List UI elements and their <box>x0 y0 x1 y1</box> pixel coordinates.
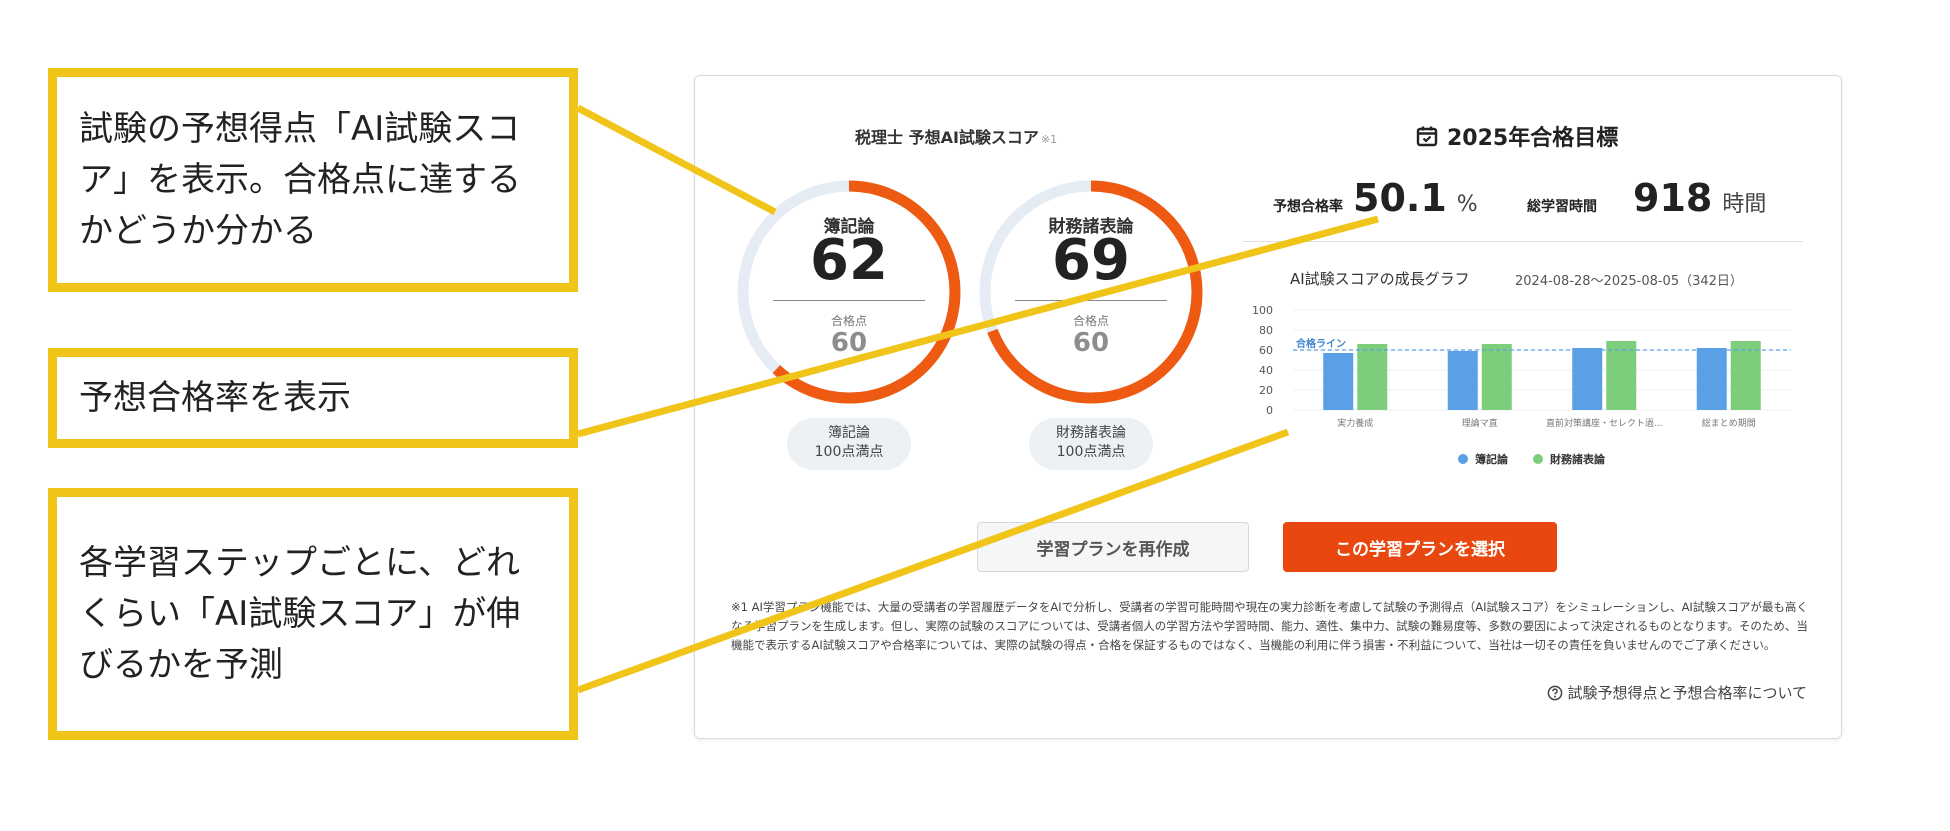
goal-title: 2025年合格目標 <box>1415 120 1618 152</box>
study-plan-panel: 税理士 予想AI試験スコア ※1 簿記論 62 合格点 60 財務諸表論 69 合… <box>694 75 1842 739</box>
chart-bar <box>1323 353 1354 410</box>
callout-growth-text: 各学習ステップごとに、どれくらい「AI試験スコア」が伸びるかを予測 <box>79 542 521 685</box>
study-hours-value: 918 <box>1633 176 1713 220</box>
pass-rate-label: 予想合格率 <box>1273 199 1343 215</box>
chart-ytick-label: 20 <box>1259 384 1273 397</box>
callout-pass-rate-text: 予想合格率を表示 <box>79 377 351 418</box>
chart-ytick-label: 40 <box>1259 364 1273 377</box>
pass-rate-unit: % <box>1456 192 1478 217</box>
study-hours-label: 総学習時間 <box>1527 199 1597 215</box>
chart-bar <box>1606 341 1637 410</box>
gauge-divider <box>1015 300 1167 301</box>
gauge-score: 62 <box>810 228 888 293</box>
chart-xtick-label: 直前対策講座・セレクト過... <box>1546 417 1663 429</box>
score-section-title: 税理士 予想AI試験スコア ※1 <box>855 124 1057 148</box>
chart-legend-label: 財務諸表論 <box>1549 452 1606 466</box>
gauge-pass-score: 60 <box>830 328 868 358</box>
disclaimer-text: ※1 AI学習プラン機能では、大量の受講者の学習履歴データをAIで分析し、受講者… <box>731 600 1808 652</box>
study-hours-stat: 総学習時間 918 時間 <box>1527 176 1766 220</box>
chart-date-range: 2024-08-28〜2025-08-05（342日） <box>1515 274 1743 289</box>
chart-xtick-label: 理論マ直 <box>1462 417 1498 429</box>
chart-legend-label: 簿記論 <box>1475 452 1509 466</box>
chart-ytick-label: 0 <box>1266 404 1273 417</box>
pill-subject: 財務諸表論 <box>1056 425 1126 441</box>
chart-title: AI試験スコアの成長グラフ <box>1290 270 1470 288</box>
gauge-divider <box>773 300 925 301</box>
gauge-pass-label: 合格点 <box>1072 314 1109 328</box>
subject-pill-zaimu: 財務諸表論 100点満点 <box>1029 418 1153 470</box>
remake-plan-button[interactable]: 学習プランを再作成 <box>977 522 1249 572</box>
pill-max: 100点満点 <box>814 443 884 460</box>
pass-rate-stat: 予想合格率 50.1 % <box>1273 176 1478 220</box>
chart-pass-line-label: 合格ライン <box>1295 337 1346 350</box>
callout-growth: 各学習ステップごとに、どれくらい「AI試験スコア」が伸びるかを予測 <box>48 488 578 740</box>
chart-xtick-label: 実力養成 <box>1337 417 1373 429</box>
subject-pill-boki: 簿記論 100点満点 <box>787 418 911 470</box>
chart-legend-marker <box>1458 454 1468 464</box>
calendar-check-icon <box>1416 126 1438 147</box>
gauge-pass-score: 60 <box>1072 328 1110 358</box>
score-info-link-text: 試験予想得点と予想合格率について <box>1567 684 1807 702</box>
callout-score-text: 試験の予想得点「AI試験スコア」を表示。合格点に達するかどうか分かる <box>79 108 521 251</box>
chart-ytick-label: 60 <box>1259 344 1273 357</box>
growth-chart: 0 20 40 60 80 100 実力養成 理論マ直 直前対策講座・セレクト過... 総まとめ期… <box>1252 304 1791 466</box>
chart-ytick-label: 100 <box>1252 304 1273 317</box>
chart-xtick-label: 総まとめ期間 <box>1702 417 1756 429</box>
goal-divider <box>1243 241 1803 242</box>
pass-rate-value: 50.1 <box>1353 176 1447 220</box>
pill-subject: 簿記論 <box>828 425 870 441</box>
gauge-boki: 簿記論 62 合格点 60 <box>733 176 965 408</box>
chart-bar <box>1696 348 1727 410</box>
score-title-note: ※1 <box>1040 133 1058 146</box>
chart-bar <box>1730 341 1761 410</box>
chart-bar <box>1572 348 1603 410</box>
pill-max: 100点満点 <box>1056 443 1126 460</box>
chart-ytick-label: 80 <box>1259 324 1273 337</box>
chart-bar <box>1481 344 1512 410</box>
chart-bar <box>1357 344 1388 410</box>
score-title-text: 税理士 予想AI試験スコア <box>855 128 1039 147</box>
select-plan-button[interactable]: この学習プランを選択 <box>1283 522 1557 572</box>
gauge-zaimu: 財務諸表論 69 合格点 60 <box>975 176 1207 408</box>
gauge-pass-label: 合格点 <box>830 314 867 328</box>
chart-bar <box>1447 351 1478 410</box>
study-hours-unit: 時間 <box>1722 192 1767 217</box>
gauge-score: 69 <box>1052 228 1130 293</box>
callout-score: 試験の予想得点「AI試験スコア」を表示。合格点に達するかどうか分かる <box>48 68 578 292</box>
callout-pass-rate: 予想合格率を表示 <box>48 348 578 448</box>
help-icon <box>1548 685 1563 700</box>
score-info-link[interactable]: 試験予想得点と予想合格率について <box>1547 682 1807 703</box>
goal-title-text: 2025年合格目標 <box>1447 126 1619 151</box>
chart-legend-marker <box>1533 454 1543 464</box>
